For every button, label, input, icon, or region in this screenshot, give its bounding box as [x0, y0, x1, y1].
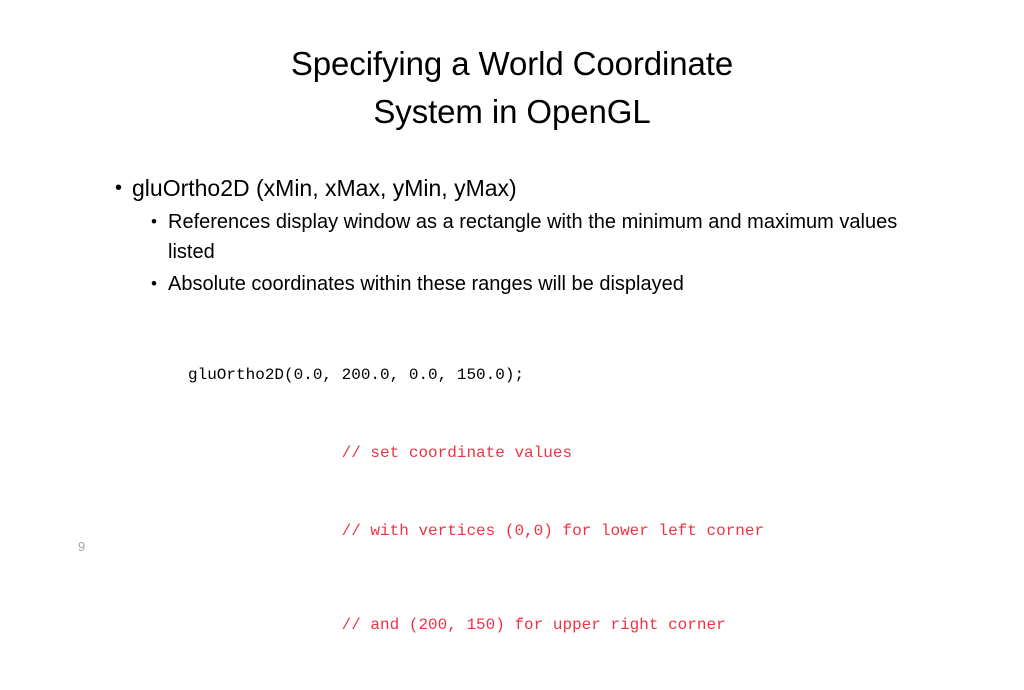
title-line-2: System in OpenGL [373, 93, 651, 130]
page-number: 9 [78, 539, 86, 554]
title-line-1: Specifying a World Coordinate [290, 45, 734, 82]
slide-canvas: Specifying a World Coordinate System in … [0, 0, 1024, 634]
bullet-dot-icon: • [115, 177, 123, 199]
code-comment-set-values: // set coordinate values [188, 444, 573, 462]
bullet-level1-text: gluOrtho2D (xMin, xMax, yMin, yMax) [132, 175, 517, 201]
bullet-level2-text: Absolute coordinates within these ranges… [168, 273, 684, 295]
code-comment-upper-right: // and (200, 150) for upper right corner [188, 616, 726, 634]
slide-title: Specifying a World Coordinate System in … [110, 40, 914, 136]
bullet-level1-gluortho2d: • gluOrtho2D (xMin, xMax, yMin, yMax) [110, 172, 910, 205]
bullet-dot-icon: • [151, 274, 157, 293]
bullet-dot-icon: • [151, 212, 157, 231]
slide-body: • gluOrtho2D (xMin, xMax, yMin, yMax) • … [110, 172, 910, 299]
bullet-level2-text: References display window as a rectangle… [168, 211, 898, 263]
code-comment-lower-left: // with vertices (0,0) for lower left co… [188, 522, 765, 540]
code-sample: gluOrtho2D(0.0, 200.0, 0.0, 150.0); // s… [188, 310, 764, 690]
code-line-call: gluOrtho2D(0.0, 200.0, 0.0, 150.0); [188, 366, 525, 384]
bullet-level2-references: • References display window as a rectang… [146, 207, 910, 267]
bullet-level2-absolute: • Absolute coordinates within these rang… [146, 269, 910, 299]
